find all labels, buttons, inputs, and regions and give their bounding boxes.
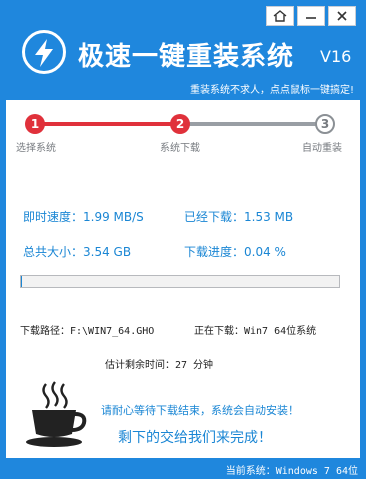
step-2-label: 系统下载 [160, 143, 200, 154]
download-path: 下载路径：F:\WIN7_64.GHO [20, 326, 155, 337]
downloaded-stat: 已经下载：1.53 MB [184, 210, 294, 224]
step-progress-done [34, 122, 184, 126]
home-button[interactable] [266, 6, 294, 26]
remaining-time: 估计剩余时间：27 分钟 [105, 360, 214, 371]
step-3-label: 自动重装 [302, 143, 342, 154]
wait-message: 请耐心等待下载结束，系统会自动安装！ [101, 404, 299, 417]
download-progress-bar [20, 275, 340, 288]
app-title: 极速一键重装系统 [78, 42, 295, 72]
step-1-label: 选择系统 [16, 143, 56, 154]
minimize-button[interactable] [297, 6, 325, 26]
leave-it-message: 剩下的交给我们来完成！ [118, 430, 272, 446]
slogan: 重装系统不求人，点点鼠标一键搞定! [189, 85, 354, 96]
current-system: 当前系统：Windows 7 64位 [225, 466, 358, 477]
close-icon [337, 11, 347, 21]
speed-stat: 即时速度：1.99 MB/S [23, 210, 144, 224]
progress-stat: 下载进度：0.04 % [184, 245, 286, 259]
home-icon [273, 10, 287, 22]
main-content: 1 2 3 选择系统 系统下载 自动重装 即时速度：1.99 MB/S 已经下载… [6, 100, 360, 458]
lightning-bolt-icon [22, 30, 66, 74]
app-version: V16 [320, 47, 352, 66]
downloading-item: 正在下载：Win7 64位系统 [194, 326, 317, 337]
header: 极速一键重装系统 V16 重装系统不求人，点点鼠标一键搞定! [0, 0, 366, 100]
step-progress-pending [184, 122, 324, 126]
step-2-marker: 2 [170, 114, 190, 134]
close-button[interactable] [328, 6, 356, 26]
installer-window: 极速一键重装系统 V16 重装系统不求人，点点鼠标一键搞定! 1 2 3 选择系… [0, 0, 366, 479]
step-3-marker: 3 [315, 114, 335, 134]
coffee-cup-icon [26, 381, 87, 447]
total-size-stat: 总共大小：3.54 GB [23, 245, 132, 259]
step-1-marker: 1 [25, 114, 45, 134]
status-bar: 当前系统：Windows 7 64位 [0, 458, 366, 479]
minimize-icon [306, 17, 316, 19]
